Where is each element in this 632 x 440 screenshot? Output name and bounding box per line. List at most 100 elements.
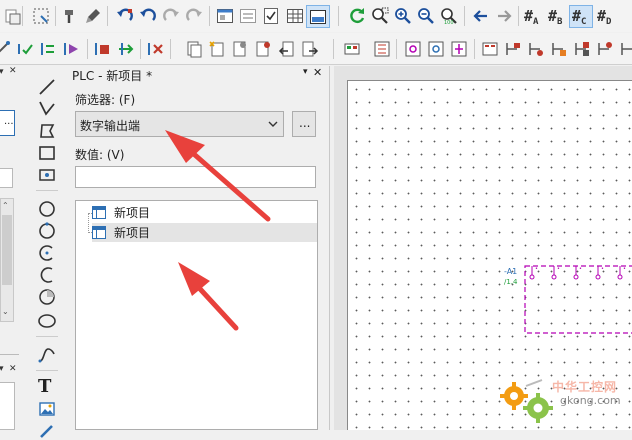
connector-g-icon[interactable] — [619, 40, 632, 58]
select-region-icon[interactable] — [32, 7, 50, 25]
filter-dropdown[interactable]: 数字输出端 — [75, 111, 284, 137]
brush-icon[interactable] — [84, 7, 102, 25]
undo-list-icon[interactable] — [116, 7, 134, 25]
grid-d-icon[interactable]: #D — [597, 7, 611, 27]
left-scrollbar[interactable]: ⌃ ⌄ — [0, 198, 14, 322]
paste-icon[interactable] — [4, 7, 22, 25]
zoom-out-icon[interactable] — [417, 7, 435, 25]
window-grid-icon[interactable] — [239, 7, 257, 25]
panel-close-icon[interactable]: ✕ — [313, 66, 322, 79]
grid-c-toggle-active[interactable]: #C — [569, 5, 593, 28]
value-input[interactable] — [75, 166, 316, 188]
rotated-rect-tool-icon[interactable] — [38, 166, 56, 184]
redo-icon[interactable] — [162, 7, 180, 25]
plc-device-symbol[interactable]: • • • • • — [520, 261, 632, 336]
plc-card-icon[interactable] — [427, 40, 445, 58]
grid-b-icon[interactable]: #B — [548, 7, 562, 27]
toolbar-separator — [464, 6, 465, 26]
tree-item-label: 新项目 — [114, 226, 151, 240]
pin-dropdown-icon-2[interactable]: ▾ — [0, 364, 4, 374]
plc-box-icon[interactable] — [404, 40, 422, 58]
table-icon[interactable] — [286, 7, 304, 25]
connector-d-icon[interactable] — [550, 40, 568, 58]
connector-a-icon[interactable] — [481, 40, 499, 58]
checklist-icon[interactable] — [262, 7, 280, 25]
connector-b-icon[interactable] — [504, 40, 522, 58]
polyline-tool-icon[interactable] — [38, 100, 56, 118]
zoom-window-icon[interactable] — [371, 7, 389, 25]
line-tool-icon[interactable] — [38, 78, 56, 96]
scroll-down-icon[interactable]: ⌄ — [2, 307, 9, 316]
arrow-left-icon[interactable] — [472, 7, 490, 25]
spline-tool-icon[interactable] — [38, 346, 56, 364]
watermark-site-url: gkong.com — [560, 394, 621, 407]
plc-connection-icon[interactable] — [450, 40, 468, 58]
insert-icon[interactable] — [117, 40, 135, 58]
delete-device-icon[interactable] — [147, 40, 165, 58]
left-divider — [0, 354, 19, 355]
connector-f-icon[interactable] — [596, 40, 614, 58]
polygon-tool-icon[interactable] — [38, 122, 56, 140]
ellipse-tool-icon[interactable] — [38, 312, 56, 330]
window-layout-icon[interactable] — [216, 7, 234, 25]
filter-more-button[interactable]: ... — [292, 111, 316, 137]
left-lower-box — [0, 382, 15, 430]
page-copy-icon[interactable] — [185, 40, 203, 58]
image-tool-icon[interactable] — [38, 400, 56, 418]
panel-title: PLC - 新项目 * — [72, 69, 153, 83]
arc-3point-tool-icon[interactable] — [38, 266, 56, 284]
page-edit-icon[interactable] — [254, 40, 272, 58]
arrow-right-icon[interactable] — [495, 7, 513, 25]
scroll-thumb[interactable] — [2, 215, 12, 285]
circle-3point-tool-icon[interactable] — [38, 222, 56, 240]
preview-toggle-active[interactable] — [306, 5, 330, 28]
close-icon-2[interactable]: ✕ — [9, 364, 17, 374]
forward-icon[interactable] — [63, 40, 81, 58]
arc-tool-icon[interactable] — [38, 244, 56, 262]
cable-icon[interactable] — [373, 40, 391, 58]
svg-text:•: • — [623, 266, 626, 272]
page-forward-icon[interactable] — [301, 40, 319, 58]
svg-text:•: • — [535, 266, 538, 272]
left-more-button[interactable]: ... — [0, 110, 15, 136]
toolbar-separator — [333, 39, 334, 59]
verify-icon[interactable] — [17, 40, 35, 58]
new-page-icon[interactable] — [208, 40, 226, 58]
page-back-icon[interactable] — [278, 40, 296, 58]
connector-c-icon[interactable] — [527, 40, 545, 58]
terminal-strip-icon[interactable] — [343, 40, 361, 58]
circle-tool-icon[interactable] — [38, 200, 56, 218]
left-input-field[interactable] — [0, 168, 13, 188]
sector-tool-icon[interactable] — [38, 288, 56, 306]
panel-splitter[interactable] — [329, 66, 333, 430]
assign-icon[interactable] — [40, 40, 58, 58]
project-tree: 新项目 新项目 — [75, 200, 318, 430]
place-device-icon[interactable] — [94, 40, 112, 58]
tree-item[interactable]: 新项目 — [92, 203, 242, 222]
connect-icon[interactable] — [0, 40, 12, 58]
grid-a-icon[interactable]: #A — [524, 7, 538, 27]
scroll-up-icon[interactable]: ⌃ — [2, 201, 9, 210]
left-panel: ▾ ✕ ... ⌃ ⌄ ▾ ✕ — [0, 66, 19, 430]
text-tool-icon[interactable]: T — [38, 376, 51, 397]
zoom-in-icon[interactable] — [394, 7, 412, 25]
tree-item-selected[interactable]: 新项目 — [92, 223, 317, 242]
close-icon[interactable]: ✕ — [9, 66, 17, 76]
panel-pin-icon[interactable]: ▾ — [303, 67, 308, 77]
rectangle-tool-icon[interactable] — [38, 144, 56, 162]
tree-item-label: 新项目 — [114, 206, 151, 220]
grid-c-icon: #C — [572, 7, 587, 27]
format-painter-icon[interactable] — [62, 7, 80, 25]
filter-label: 筛选器: (F) — [75, 93, 136, 107]
pen-tool-icon[interactable] — [38, 422, 56, 440]
undo-icon[interactable] — [139, 7, 157, 25]
page-settings-icon[interactable] — [231, 40, 249, 58]
zoom-100-icon[interactable]: 100 — [440, 7, 458, 25]
pin-dropdown-icon[interactable]: ▾ — [0, 67, 4, 77]
redo-list-icon[interactable] — [185, 7, 203, 25]
toolbar-separator — [474, 39, 475, 59]
connector-e-icon[interactable] — [573, 40, 591, 58]
filter-dropdown-value: 数字输出端 — [80, 119, 141, 133]
refresh-icon[interactable] — [348, 7, 366, 25]
toolbar-separator — [55, 6, 56, 26]
